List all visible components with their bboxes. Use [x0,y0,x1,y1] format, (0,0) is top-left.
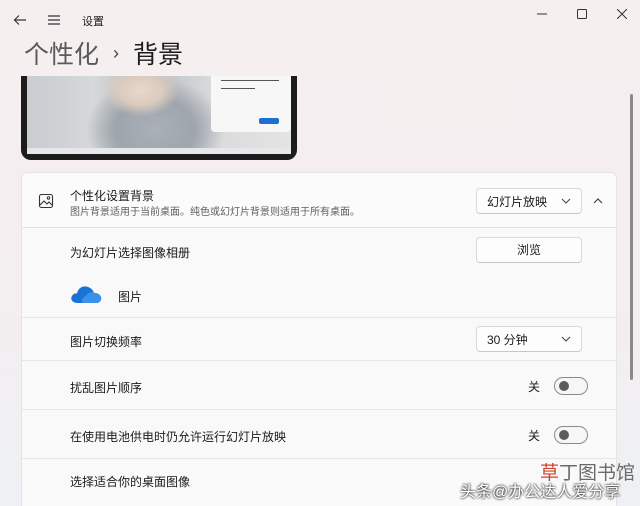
personalize-background-row: 个性化设置背景 图片背景适用于当前桌面。纯色或幻灯片背景则适用于所有桌面。 幻灯… [21,172,617,228]
preview-taskbar [27,148,291,154]
shuffle-toggle-state: 关 [528,379,541,394]
title-bar: 设置 [0,0,640,40]
preview-window-line [221,80,279,81]
preview-photo-subject [85,76,225,148]
navigation-menu-button[interactable] [42,8,66,32]
onedrive-cloud-icon [69,283,103,305]
back-arrow-icon [13,15,26,25]
picture-interval-row: 图片切换频率 30 分钟 [21,318,617,361]
shuffle-toggle-group: 关 [528,376,589,396]
back-button[interactable] [8,8,32,32]
page-title: 背景 [133,41,184,69]
vertical-scrollbar[interactable] [630,94,633,380]
maximize-icon [577,9,587,19]
background-setting-description: 图片背景适用于当前桌面。纯色或幻灯片背景则适用于所有桌面。 [70,207,360,218]
desktop-preview [21,76,297,160]
preview-wallpaper-image [27,76,291,148]
app-title: 设置 [82,16,104,28]
close-button[interactable] [606,4,638,24]
slideshow-album-row: 为幻灯片选择图像相册 浏览 图片 [21,228,617,318]
background-type-dropdown[interactable]: 幻灯片放映 [476,188,582,214]
collapse-section-button[interactable] [590,193,606,209]
breadcrumb-separator: › [113,42,120,63]
preview-window-line [221,88,255,89]
battery-slideshow-label: 在使用电池供电时仍允许运行幻灯片放映 [70,430,287,444]
browse-button[interactable]: 浏览 [476,237,582,263]
close-icon [617,9,627,19]
background-setting-title: 个性化设置背景 [70,189,155,203]
fit-image-label: 选择适合你的桌面图像 [70,475,191,489]
preview-sample-window [211,76,291,132]
slideshow-album-label: 为幻灯片选择图像相册 [70,246,191,260]
battery-toggle-state: 关 [528,428,541,443]
toggle-knob [559,381,570,391]
picture-icon [38,193,54,209]
battery-toggle-group: 关 [528,425,589,445]
preview-window-button [259,118,279,124]
battery-slideshow-toggle[interactable] [554,426,589,444]
background-type-value: 幻灯片放映 [487,194,548,209]
picture-interval-dropdown[interactable]: 30 分钟 [476,326,582,352]
chevron-down-icon [561,336,571,342]
minimize-button[interactable] [526,4,558,24]
hamburger-menu-icon [48,15,60,25]
breadcrumb-parent-personalization[interactable]: 个性化 [24,35,99,71]
battery-slideshow-row: 在使用电池供电时仍允许运行幻灯片放映 关 [21,410,617,459]
watermark-author: 头条@办公达人爱分享 [460,484,621,501]
picture-interval-label: 图片切换频率 [70,335,143,349]
shuffle-label: 扰乱图片顺序 [70,381,143,395]
shuffle-row: 扰乱图片顺序 关 [21,361,617,410]
maximize-button[interactable] [566,4,598,24]
chevron-up-icon [593,198,603,204]
shuffle-toggle[interactable] [554,377,589,395]
picture-interval-value: 30 分钟 [487,332,528,347]
minimize-icon [537,13,547,15]
album-folder-name[interactable]: 图片 [118,288,142,305]
toggle-knob [559,430,570,440]
chevron-down-icon [561,198,571,204]
breadcrumb: 个性化 › 背景 [24,36,183,70]
